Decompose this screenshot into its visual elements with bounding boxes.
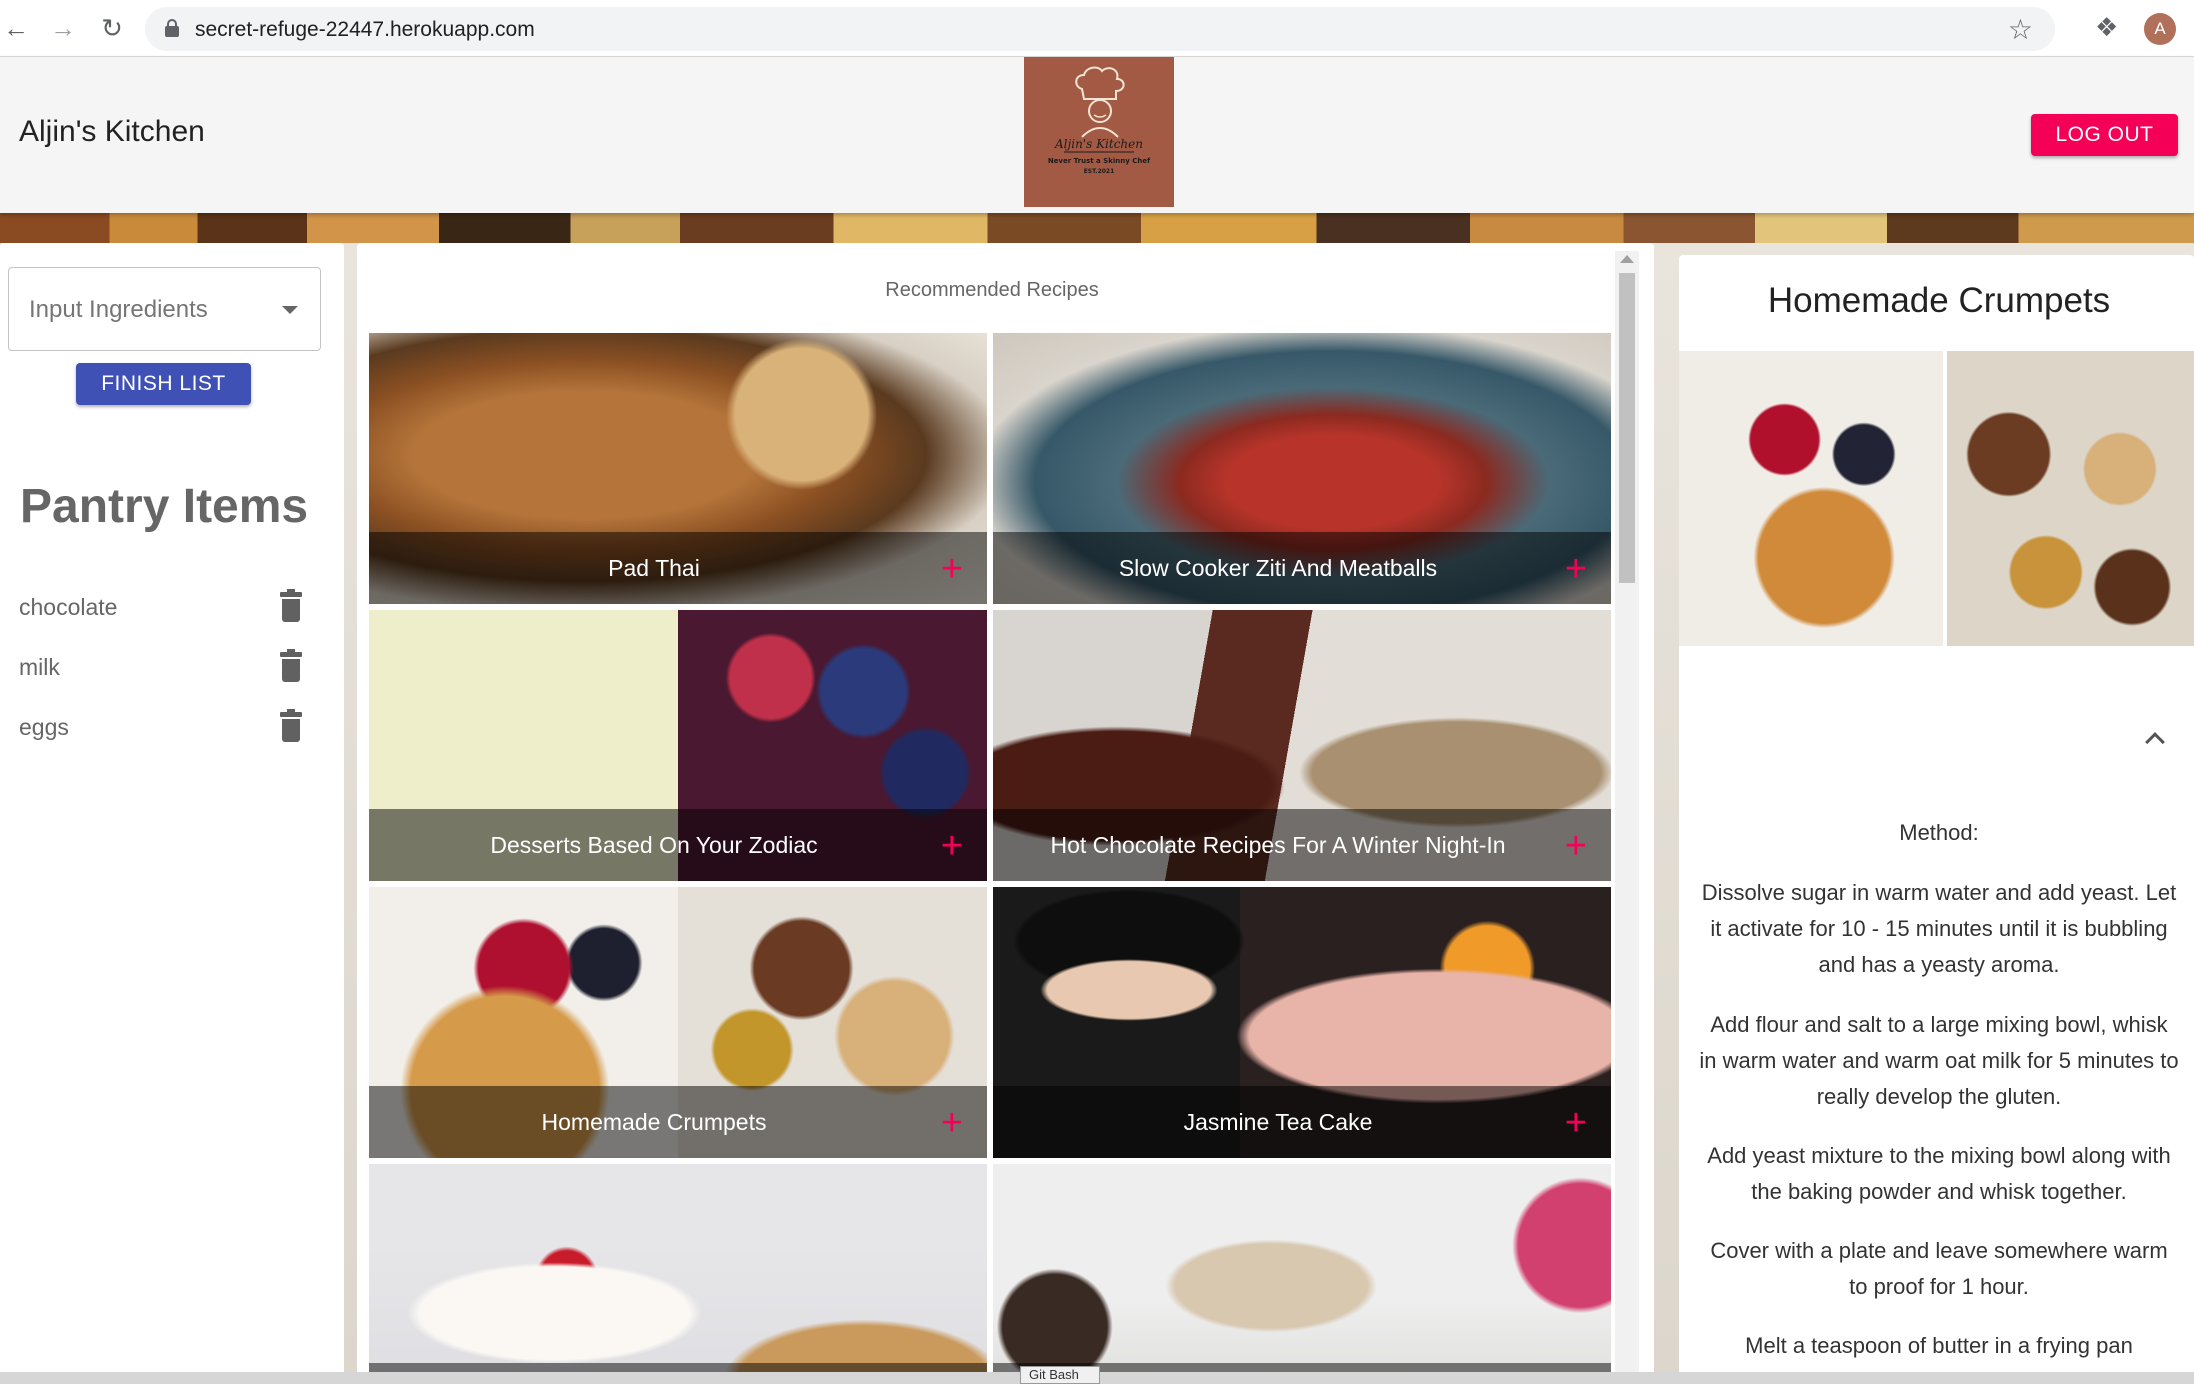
add-plus-icon[interactable]: + [1565,1104,1587,1142]
method-step: Add yeast mixture to the mixing bowl alo… [1707,1143,2171,1204]
ingredient-select-placeholder: Input Ingredients [29,296,208,323]
reload-icon[interactable]: ↻ [96,12,128,44]
recipe-detail-panel: Homemade Crumpets Method: Dissolve sugar… [1679,255,2194,1384]
recommended-recipes-panel: Recommended Recipes Pad Thai + Slow Cook… [357,243,1654,1384]
recipe-title: Pad Thai [608,555,700,581]
address-bar[interactable]: secret-refuge-22447.herokuapp.com ☆ [145,7,2055,51]
pantry-items-heading: Pantry Items [20,480,309,533]
recipe-card[interactable]: Homemade Crumpets + [369,887,987,1158]
chef-logo-icon: Aljin's Kitchen Never Trust a Skinny Che… [1048,66,1151,175]
recipe-card[interactable]: Pad Thai + [369,333,987,604]
method-step: Cover with a plate and leave somewhere w… [1710,1238,2168,1299]
taskbar-item-git-bash[interactable]: Git Bash [1020,1366,1100,1384]
profile-avatar[interactable]: A [2144,13,2176,45]
pantry-item-label: chocolate [19,594,118,620]
method-step: Melt a teaspoon of butter in a frying pa… [1745,1333,2133,1358]
method-step: Dissolve sugar in warm water and add yea… [1701,880,2177,977]
finish-list-button[interactable]: FINISH LIST [76,363,251,405]
extensions-puzzle-icon[interactable]: ❖ [2095,12,2118,43]
delete-trash-icon[interactable] [280,709,302,742]
url-text[interactable]: secret-refuge-22447.herokuapp.com [195,18,535,42]
brand-logo[interactable]: Aljin's Kitchen Never Trust a Skinny Che… [1024,57,1174,207]
method-step: Add flour and salt to a large mixing bow… [1699,1012,2179,1109]
recipe-title: Hot Chocolate Recipes For A Winter Night… [1050,832,1506,858]
recipe-title: Slow Cooker Ziti And Meatballs [1118,555,1438,581]
recipe-detail-image [1679,351,2194,646]
ingredient-select[interactable]: Input Ingredients [8,267,321,351]
recipe-card[interactable]: Slow Cooker Ziti And Meatballs + [993,333,1611,604]
collapse-chevron-up-icon[interactable] [2141,725,2171,755]
forward-icon[interactable]: → [47,12,79,44]
recipe-title: Homemade Crumpets [541,1109,767,1135]
recipe-card[interactable]: Jasmine Tea Cake + [993,887,1611,1158]
recipe-card[interactable] [993,1164,1611,1384]
back-icon[interactable]: ← [0,12,32,44]
delete-trash-icon[interactable] [280,649,302,682]
pantry-item: milk [0,648,320,688]
scroll-up-arrow-icon[interactable] [1620,255,1634,263]
bookmark-star-icon[interactable]: ☆ [2008,13,2033,46]
brand-title[interactable]: Aljin's Kitchen [19,115,205,149]
pantry-item: chocolate [0,588,320,628]
logo-est-text: EST.2021 [1084,168,1115,175]
add-plus-icon[interactable]: + [941,1104,963,1142]
recommended-recipes-heading: Recommended Recipes [885,279,1099,301]
ingredient-sidebar: Input Ingredients FINISH LIST Pantry Ite… [0,243,344,1384]
add-plus-icon[interactable]: + [941,827,963,865]
scrollbar-thumb[interactable] [1619,273,1635,583]
dropdown-arrow-icon[interactable] [282,306,298,314]
pantry-item: eggs [0,708,320,748]
recipe-title: Jasmine Tea Cake [1183,1109,1373,1135]
browser-toolbar: ← → ↻ secret-refuge-22447.herokuapp.com … [0,0,2194,57]
logout-button[interactable]: LOG OUT [2031,114,2178,156]
recipe-detail-title: Homemade Crumpets [1767,281,2111,320]
recipe-card[interactable]: Desserts Based On Your Zodiac + [369,610,987,881]
add-plus-icon[interactable]: + [1565,827,1587,865]
add-plus-icon[interactable]: + [1565,550,1587,588]
logo-name-text: Aljin's Kitchen [1054,137,1143,151]
recipe-card[interactable] [369,1164,987,1384]
delete-trash-icon[interactable] [280,589,302,622]
recipe-title: Desserts Based On Your Zodiac [490,832,818,858]
method-heading: Method: [1899,820,1979,845]
pantry-item-label: eggs [19,714,69,740]
lock-icon [165,19,179,37]
recipe-card[interactable]: Hot Chocolate Recipes For A Winter Night… [993,610,1611,881]
recipes-scrollbar[interactable] [1615,251,1639,1384]
logo-tagline-text: Never Trust a Skinny Chef [1048,157,1151,165]
app-header: Aljin's Kitchen Aljin's Kitchen Never Tr… [0,57,2194,213]
pantry-item-label: milk [19,654,60,680]
add-plus-icon[interactable]: + [941,550,963,588]
